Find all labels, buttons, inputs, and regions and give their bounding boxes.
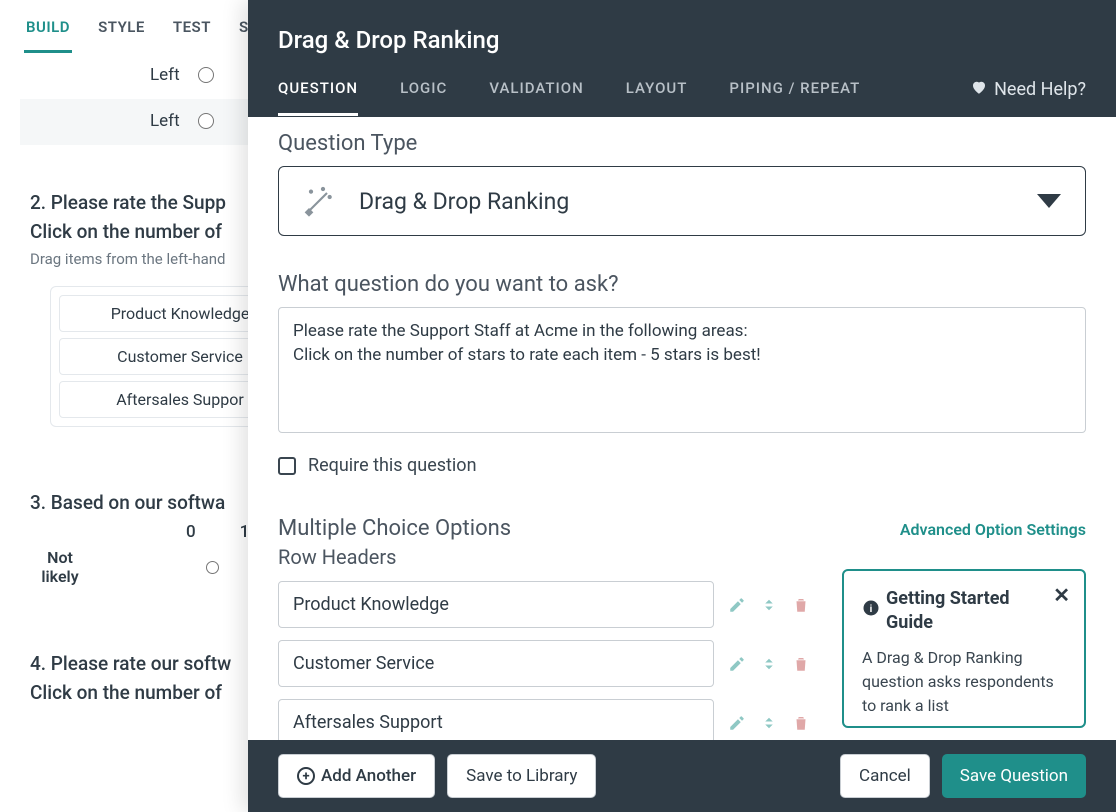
modal-tab-piping[interactable]: PIPING / REPEAT	[729, 79, 860, 116]
svg-text:i: i	[870, 602, 873, 614]
heart-icon	[970, 78, 988, 101]
matrix-row-label: Left	[150, 111, 180, 131]
chevron-down-icon	[1037, 194, 1061, 208]
option-input[interactable]	[278, 581, 714, 628]
question-text-input[interactable]	[278, 307, 1086, 433]
guide-title-text: Getting Started Guide	[886, 587, 1046, 636]
require-checkbox[interactable]	[278, 457, 296, 475]
question-editor-modal: Drag & Drop Ranking QUESTION LOGIC VALID…	[248, 0, 1116, 812]
question-type-label: Question Type	[278, 131, 1086, 156]
cancel-button[interactable]: Cancel	[840, 754, 930, 798]
q4-l2: Click on the number of	[30, 681, 222, 704]
modal-tab-logic[interactable]: LOGIC	[400, 79, 447, 116]
need-help-link[interactable]: Need Help?	[970, 78, 1086, 117]
question-type-dropdown[interactable]: Drag & Drop Ranking	[278, 166, 1086, 236]
tab-test[interactable]: TEST	[171, 8, 213, 53]
modal-title: Drag & Drop Ranking	[278, 26, 1086, 54]
modal-tab-question[interactable]: QUESTION	[278, 79, 358, 116]
option-input[interactable]	[278, 699, 714, 740]
scale-col-0: 0	[186, 522, 196, 542]
info-icon: i	[862, 599, 880, 624]
sort-icon[interactable]	[760, 596, 778, 614]
plus-icon: +	[297, 767, 315, 785]
matrix-radio[interactable]	[198, 113, 214, 129]
getting-started-guide: ✕ i Getting Started Guide A Drag & Drop …	[842, 569, 1086, 728]
sort-icon[interactable]	[760, 655, 778, 673]
modal-tabs: QUESTION LOGIC VALIDATION LAYOUT PIPING …	[278, 79, 860, 116]
modal-tab-layout[interactable]: LAYOUT	[626, 79, 688, 116]
question-prompt-label: What question do you want to ask?	[278, 272, 1086, 297]
row-headers-label: Row Headers	[278, 545, 1086, 569]
modal-tab-validation[interactable]: VALIDATION	[489, 79, 583, 116]
wand-icon	[303, 185, 335, 217]
save-to-library-button[interactable]: Save to Library	[447, 754, 596, 798]
q2-title-l2: Click on the number of	[30, 220, 222, 243]
scale-row-label: Not likely	[30, 548, 90, 586]
q4-l1: 4. Please rate our softw	[30, 652, 231, 675]
modal-footer: + Add Another Save to Library Cancel Sav…	[248, 740, 1116, 812]
guide-body-text: A Drag & Drop Ranking question asks resp…	[862, 646, 1066, 716]
tab-style[interactable]: STYLE	[96, 8, 147, 53]
trash-icon[interactable]	[792, 714, 810, 732]
option-input[interactable]	[278, 640, 714, 687]
edit-icon[interactable]	[728, 655, 746, 673]
save-question-button[interactable]: Save Question	[942, 754, 1086, 798]
tab-build[interactable]: BUILD	[24, 8, 72, 53]
modal-header: Drag & Drop Ranking QUESTION LOGIC VALID…	[248, 0, 1116, 117]
close-icon[interactable]: ✕	[1053, 583, 1070, 607]
trash-icon[interactable]	[792, 655, 810, 673]
edit-icon[interactable]	[728, 714, 746, 732]
advanced-option-settings-link[interactable]: Advanced Option Settings	[900, 520, 1086, 539]
require-question-row: Require this question	[278, 455, 1086, 476]
multiple-choice-label: Multiple Choice Options	[278, 516, 511, 541]
add-another-button[interactable]: + Add Another	[278, 754, 435, 798]
trash-icon[interactable]	[792, 596, 810, 614]
modal-body: Question Type Drag & Drop Ranking What q…	[248, 117, 1116, 740]
edit-icon[interactable]	[728, 596, 746, 614]
matrix-radio[interactable]	[198, 67, 214, 83]
question-type-value: Drag & Drop Ranking	[359, 188, 569, 215]
sort-icon[interactable]	[760, 714, 778, 732]
scale-radio[interactable]	[206, 561, 219, 574]
matrix-row-label: Left	[150, 65, 180, 85]
require-label: Require this question	[308, 455, 477, 476]
q2-title-l1: 2. Please rate the Supp	[30, 191, 226, 214]
